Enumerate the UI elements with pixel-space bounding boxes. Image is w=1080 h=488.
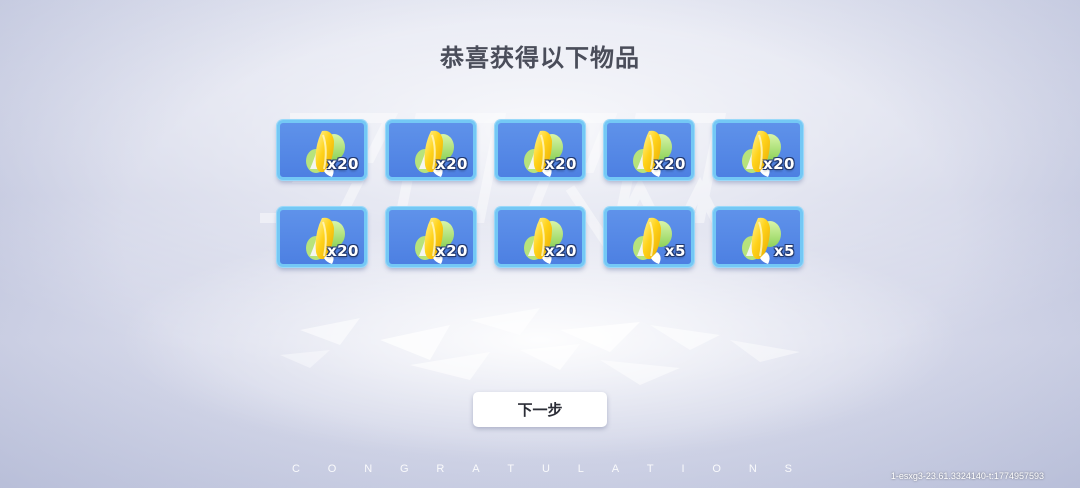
- next-step-button[interactable]: 下一步: [473, 392, 607, 427]
- congrats-letter: I: [681, 463, 685, 475]
- reward-slot[interactable]: x20: [495, 207, 585, 267]
- reward-title: 恭喜获得以下物品: [440, 44, 640, 72]
- reward-slot[interactable]: x20: [277, 120, 367, 180]
- congrats-letter: A: [611, 463, 620, 475]
- congrats-letter: T: [646, 463, 654, 475]
- congrats-letter: O: [327, 463, 337, 475]
- congrats-letter: N: [748, 463, 757, 475]
- congrats-letter: C: [292, 463, 300, 475]
- reward-slot[interactable]: x20: [713, 120, 803, 180]
- reward-quantity: x20: [435, 155, 468, 173]
- reward-slot[interactable]: x5: [713, 207, 803, 267]
- reward-quantity: x20: [544, 155, 577, 173]
- reward-quantity: x5: [773, 242, 795, 260]
- reward-grid: x20 x20 x20 x20 x20 x20 x20 x20 x5 x5: [277, 120, 803, 267]
- reward-slot[interactable]: x20: [386, 120, 476, 180]
- congrats-letter: G: [400, 463, 409, 475]
- congrats-letter: S: [784, 463, 792, 475]
- congrats-letter: R: [436, 463, 445, 475]
- congrats-letter: N: [364, 463, 373, 475]
- reward-quantity: x5: [664, 242, 686, 260]
- reward-quantity: x20: [544, 242, 577, 260]
- congrats-letter: O: [712, 463, 721, 475]
- reward-slot[interactable]: x20: [277, 207, 367, 267]
- congrats-letter: T: [507, 463, 515, 475]
- reward-slot[interactable]: x20: [386, 207, 476, 267]
- reward-quantity: x20: [653, 155, 686, 173]
- reward-quantity: x20: [435, 242, 468, 260]
- reward-quantity: x20: [326, 155, 359, 173]
- reward-quantity: x20: [326, 242, 359, 260]
- reward-quantity: x20: [762, 155, 795, 173]
- congrats-letter: L: [577, 463, 584, 475]
- congrats-letter: U: [541, 463, 550, 475]
- congrats-letter: A: [472, 463, 480, 475]
- build-id-label: 1-esxg3-23.61.3324140-t:1774957593: [890, 471, 1044, 481]
- reward-slot[interactable]: x20: [495, 120, 585, 180]
- reward-slot[interactable]: x5: [604, 207, 694, 267]
- congratulations-text: C O N G R A T U L A T I O N S: [292, 463, 792, 475]
- reward-slot[interactable]: x20: [604, 120, 694, 180]
